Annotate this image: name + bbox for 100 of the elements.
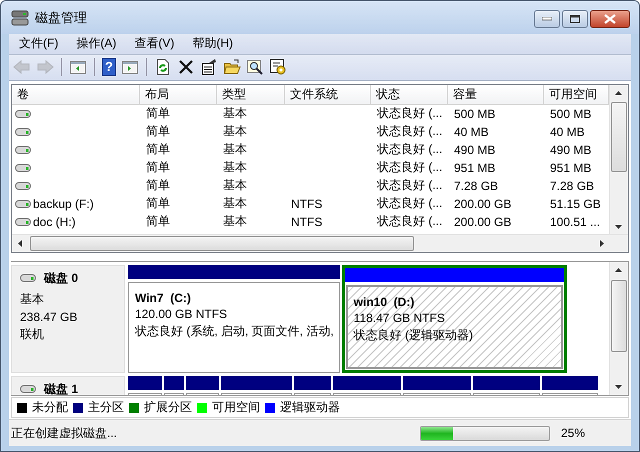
table-cell: 状态良好 (... [377,159,442,176]
settings-icon[interactable] [269,58,287,76]
column-header[interactable]: 卷 [12,84,140,104]
legend-label: 扩展分区 [144,399,192,416]
column-header[interactable]: 状态 [371,84,448,104]
legend-label: 未分配 [32,399,68,416]
table-cell: 500 MB [454,106,496,121]
table-cell: NTFS [291,196,322,211]
partition-size: 118.47 GB NTFS [354,310,445,325]
partition-bar[interactable] [221,376,292,390]
drive-icon [15,200,31,208]
disk-info: 238.47 GB [20,310,78,324]
partition-bar[interactable] [128,376,162,390]
table-cell: backup (F:) [33,196,94,211]
partition-status: 状态良好 (系统, 启动, 页面文件, 活动, [135,322,334,340]
search-icon[interactable] [246,58,264,76]
drive-icon [15,164,31,172]
disk-name: 磁盘 1 [44,380,78,396]
table-cell: 951 MB [454,160,496,175]
scroll-right-icon[interactable] [600,240,604,247]
drive-icon [20,385,36,394]
table-cell: 状态良好 (... [377,141,442,158]
drive-icon [20,274,36,282]
disk-name: 磁盘 0 [44,270,78,287]
column-header[interactable]: 文件系统 [285,84,371,104]
disk-label-panel[interactable]: 磁盘 0 基本 238.47 GB 联机 [11,264,125,373]
table-cell: 7.28 GB [550,178,594,193]
table-cell: 基本 [223,195,247,212]
vertical-scrollbar[interactable] [609,84,628,235]
column-header[interactable]: 容量 [448,84,544,104]
column-header[interactable]: 类型 [217,84,285,104]
drive-icon [15,182,31,190]
menu-item[interactable]: 文件(F) [17,35,60,52]
table-cell: doc (H:) [33,214,76,229]
partition-bar[interactable] [128,264,340,279]
panel-icon[interactable] [69,58,87,76]
minimize-button[interactable] [534,10,560,28]
table-cell: 基本 [223,141,247,158]
help-button[interactable]: ? [102,58,116,76]
menu-item[interactable]: 操作(A) [74,35,118,52]
maximize-button[interactable] [562,10,588,28]
minimize-icon [542,17,552,21]
table-cell: 200.00 GB [454,196,512,211]
scroll-up-icon[interactable] [615,268,622,272]
horizontal-scrollbar[interactable] [12,234,628,252]
maximize-icon [570,15,580,23]
close-icon [604,14,616,24]
table-cell: 状态良好 (... [377,123,442,140]
table-cell: 状态良好 (... [377,195,442,212]
properties-icon[interactable] [200,58,218,76]
table-cell: 100.51 ... [550,214,600,229]
close-button[interactable] [590,10,630,28]
scroll-up-icon[interactable] [615,90,622,95]
disk-label-panel[interactable]: 磁盘 1 [11,376,125,396]
scroll-down-icon[interactable] [615,224,622,229]
table-cell: 简单 [146,105,170,122]
table-cell: 951 MB [550,160,592,175]
partition-label: win10 (D:) [354,294,414,309]
table-cell: 51.15 GB [550,196,601,211]
legend-label: 逻辑驱动器 [280,399,340,416]
partition-bar[interactable] [294,376,331,390]
partition-size: 120.00 GB NTFS [135,306,228,321]
table-cell: 简单 [146,213,170,230]
partition-label: Win7 (C:) [135,290,191,305]
table-cell: 简单 [146,123,170,140]
table-cell: 基本 [223,105,247,122]
partition-bar[interactable] [542,376,598,390]
drive-icon [15,128,31,136]
delete-icon[interactable] [177,58,195,76]
table-cell: 基本 [223,177,247,194]
refresh-icon[interactable] [154,58,172,76]
table-cell: 40 MB [454,124,489,139]
table-cell: 490 MB [454,142,496,157]
partition-body[interactable]: win10 (D:) 118.47 GB NTFS 状态良好 (逻辑驱动器) [346,284,563,369]
drive-icon [15,110,31,118]
table-cell: 简单 [146,177,170,194]
partition-bar[interactable] [473,376,540,390]
folder-icon[interactable] [223,58,241,76]
partition-bar[interactable] [164,376,184,390]
table-cell: 40 MB [550,124,585,139]
partition-bar[interactable] [186,376,219,390]
legend-label: 主分区 [88,399,124,416]
drive-icon [15,218,31,226]
column-header[interactable]: 布局 [140,84,217,104]
menu-item[interactable]: 帮助(H) [190,35,235,52]
scroll-left-icon[interactable] [18,240,22,247]
drive-icon [15,146,31,154]
disk-info: 联机 [20,326,44,343]
panel-icon[interactable] [121,58,139,76]
table-cell: NTFS [291,214,322,229]
partition-status: 状态良好 (逻辑驱动器) [354,326,473,344]
vertical-scrollbar[interactable] [609,262,628,396]
table-cell: 500 MB [550,106,592,121]
menu-item[interactable]: 查看(V) [132,35,176,52]
partition-bar[interactable] [403,376,471,390]
partition-bar[interactable] [333,376,401,390]
scroll-down-icon[interactable] [615,385,622,390]
table-cell: 简单 [146,141,170,158]
progress-reading: 25% [560,426,586,440]
partition-body[interactable]: Win7 (C:) 120.00 GB NTFS 状态良好 (系统, 启动, 页面文件, 活动, [128,282,340,373]
